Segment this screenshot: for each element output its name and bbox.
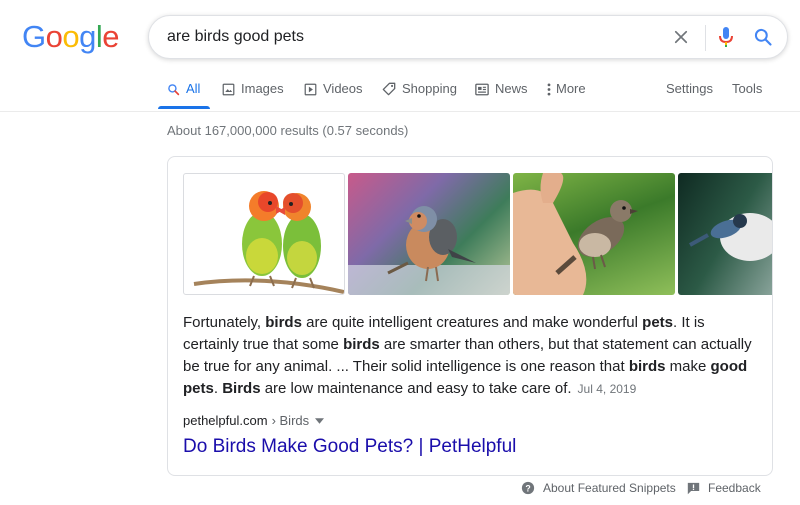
snippet-bold: pets	[642, 314, 673, 331]
snippet-date: Jul 4, 2019	[577, 382, 637, 396]
image-feeder-bird[interactable]	[678, 173, 772, 295]
image-chaffinch[interactable]	[348, 173, 510, 295]
snippet-bold: birds	[265, 314, 302, 331]
result-citation: pethelpful.com › Birds	[183, 413, 325, 428]
tab-more[interactable]: More	[547, 81, 586, 111]
tab-videos[interactable]: Videos	[304, 81, 363, 111]
settings-link[interactable]: Settings	[666, 81, 713, 111]
tab-images[interactable]: Images	[222, 81, 284, 111]
clear-icon[interactable]	[670, 26, 692, 48]
about-label: About Featured Snippets	[543, 481, 676, 495]
microphone-icon[interactable]	[715, 26, 737, 48]
active-tab-indicator	[158, 106, 210, 109]
tab-label: Shopping	[402, 81, 457, 96]
snippet-bold: birds	[628, 358, 666, 375]
tab-label: Images	[241, 81, 284, 96]
search-divider	[705, 25, 706, 51]
tab-label: Videos	[323, 81, 363, 96]
snippet-text: Fortunately, birds are quite intelligent…	[183, 312, 755, 400]
cite-breadcrumb: › Birds	[271, 413, 310, 428]
result-stats: About 167,000,000 results (0.57 seconds)	[167, 123, 409, 138]
image-lovebirds[interactable]	[183, 173, 345, 295]
logo-letter-o1: o	[45, 19, 63, 54]
tab-shopping[interactable]: Shopping	[382, 81, 457, 111]
snippet-bold: good	[710, 358, 748, 375]
tag-icon	[382, 81, 396, 97]
logo-letter-o2: o	[62, 19, 80, 54]
search-input[interactable]	[167, 26, 647, 48]
image-icon	[222, 81, 235, 97]
image-carousel	[183, 173, 772, 295]
cite-domain: pethelpful.com	[183, 413, 268, 428]
settings-label: Settings	[666, 81, 713, 96]
snippet-bold: pets	[183, 380, 214, 397]
google-logo[interactable]: Google	[22, 19, 120, 55]
search-icon	[167, 81, 180, 97]
news-icon	[475, 81, 489, 97]
more-dots-icon	[547, 81, 551, 97]
tab-news[interactable]: News	[475, 81, 528, 111]
svg-text:?: ?	[525, 484, 530, 494]
search-box[interactable]	[148, 15, 788, 59]
logo-letter-e: e	[102, 19, 120, 54]
snippet-segment: Fortunately,	[183, 314, 266, 331]
search-icon[interactable]	[752, 26, 774, 48]
help-icon: ?	[521, 481, 535, 495]
chevron-down-icon[interactable]	[315, 417, 325, 424]
feedback-link[interactable]: Feedback	[687, 481, 761, 495]
snippet-segment: .	[213, 380, 223, 397]
snippet-bold: Birds	[222, 380, 261, 397]
feedback-icon	[687, 482, 700, 495]
tools-link[interactable]: Tools	[732, 81, 762, 111]
snippet-segment: are low maintenance and easy to take car…	[260, 380, 572, 397]
tools-label: Tools	[732, 81, 763, 96]
tab-label: All	[186, 81, 201, 96]
snippet-segment: are quite intelligent creatures and make…	[301, 314, 643, 331]
tab-label: News	[495, 81, 528, 96]
featured-snippet: Fortunately, birds are quite intelligent…	[167, 156, 773, 476]
result-title-link[interactable]: Do Birds Make Good Pets? | PetHelpful	[183, 436, 516, 458]
tab-label: More	[556, 81, 586, 96]
snippet-bold: birds	[343, 336, 380, 353]
logo-letter-g2: g	[79, 19, 96, 54]
search-tabs: All Images Videos Shopping News More Set…	[0, 77, 800, 112]
feedback-label: Feedback	[708, 481, 761, 495]
image-sparrow-hand[interactable]	[513, 173, 675, 295]
about-featured-snippets-link[interactable]: ? About Featured Snippets	[521, 481, 676, 495]
logo-letter-g: G	[22, 19, 46, 54]
snippet-segment: make	[665, 358, 711, 375]
video-icon	[304, 81, 317, 97]
